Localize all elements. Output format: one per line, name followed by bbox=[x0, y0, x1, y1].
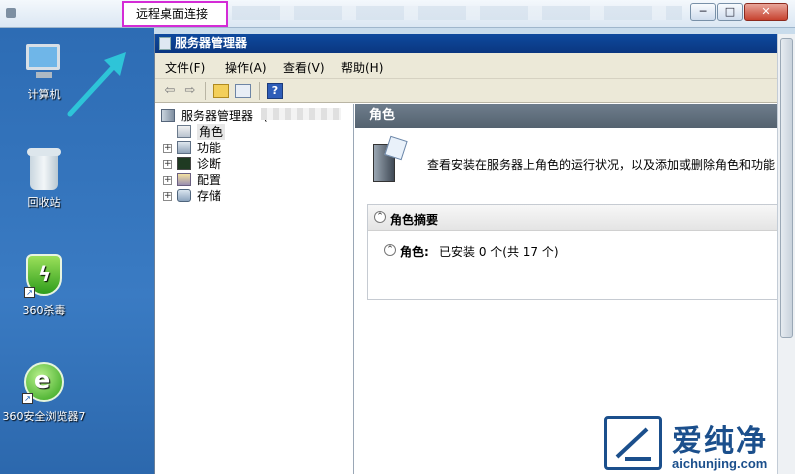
computer-icon bbox=[22, 42, 66, 82]
watermark: 爱纯净 aichunjing.com bbox=[604, 414, 794, 472]
roles-label: 角色: bbox=[400, 245, 429, 259]
up-folder-icon[interactable] bbox=[213, 84, 229, 98]
roles-summary-panel: ⌃ 角色摘要 ⌃ 角色: 已安装 0 个(共 17 个) bbox=[367, 204, 788, 300]
minimize-button[interactable]: ─ bbox=[690, 3, 716, 21]
recycle-bin-icon bbox=[26, 146, 62, 190]
menu-file[interactable]: 文件(F) bbox=[165, 59, 205, 76]
server-manager-icon bbox=[159, 37, 171, 50]
tree-item-label: 服务器管理器 bbox=[181, 109, 254, 123]
desktop-icon-label: 360安全浏览器7 bbox=[2, 410, 86, 423]
server-manager-window: 服务器管理器 文件(F) 操作(A) 查看(V) 帮助(H) ⇦ ⇨ ? 服务器… bbox=[154, 34, 788, 474]
roles-summary-header[interactable]: ⌃ 角色摘要 bbox=[368, 205, 788, 231]
scrollbar-thumb[interactable] bbox=[780, 38, 793, 338]
server-manager-title-bar: 服务器管理器 bbox=[155, 34, 779, 53]
toolbar-separator bbox=[259, 82, 260, 100]
menu-bar: 文件(F) 操作(A) 查看(V) 帮助(H) bbox=[155, 53, 779, 79]
shortcut-arrow-icon: ↗ bbox=[22, 393, 33, 404]
expand-icon[interactable]: + bbox=[163, 144, 172, 153]
blurred-taskbar-tabs bbox=[232, 6, 682, 20]
pointer-arrow-icon bbox=[67, 52, 126, 117]
tree-item-label: 存储 bbox=[197, 189, 222, 203]
menu-help[interactable]: 帮助(H) bbox=[341, 59, 383, 76]
toolbar-separator bbox=[205, 82, 206, 100]
roles-summary-title: 角色摘要 bbox=[390, 213, 439, 227]
remote-desktop-connection-label[interactable]: 远程桌面连接 bbox=[122, 1, 228, 27]
expand-icon[interactable]: + bbox=[163, 176, 172, 185]
configuration-icon bbox=[177, 173, 191, 186]
watermark-text: 爱纯净 bbox=[672, 424, 768, 459]
tree-item-diagnostics[interactable]: + 诊断 bbox=[163, 156, 263, 172]
expand-icon[interactable]: + bbox=[163, 192, 172, 201]
desktop-icon-360-browser[interactable]: e ↗ 360安全浏览器7 bbox=[0, 360, 88, 424]
menu-action[interactable]: 操作(A) bbox=[225, 59, 267, 76]
features-icon bbox=[177, 141, 191, 154]
server-icon bbox=[161, 109, 175, 122]
roles-icon bbox=[177, 125, 191, 138]
storage-icon bbox=[177, 189, 191, 202]
tree-item-features[interactable]: + 功能 bbox=[163, 140, 263, 156]
close-button[interactable]: ✕ bbox=[744, 3, 788, 21]
blurred-server-name bbox=[261, 108, 341, 120]
desktop-icon-360-antivirus[interactable]: ϟ ↗ 360杀毒 bbox=[0, 254, 88, 318]
desktop-icon-label: 回收站 bbox=[27, 196, 61, 209]
collapse-icon[interactable]: ⌃ bbox=[374, 211, 386, 223]
tree-item-label: 功能 bbox=[197, 141, 222, 155]
help-button[interactable]: ? bbox=[267, 83, 283, 99]
tree-item-storage[interactable]: + 存储 bbox=[163, 188, 263, 204]
roles-count-value: 已安装 0 个(共 17 个) bbox=[439, 245, 559, 259]
tree-item-label: 角色 bbox=[197, 124, 226, 140]
show-hide-tree-icon[interactable] bbox=[235, 84, 251, 98]
collapse-icon[interactable]: ⌃ bbox=[384, 244, 396, 256]
shortcut-arrow-icon: ↗ bbox=[24, 287, 35, 298]
navigation-tree: 服务器管理器 ( 角色 + 功能 + 诊断 + 配置 + 存储 bbox=[155, 104, 354, 474]
watermark-logo-icon bbox=[604, 416, 662, 470]
remote-desktop-title-bar: 远程桌面连接 ─ □ ✕ bbox=[0, 0, 795, 28]
tree-item-label: 诊断 bbox=[197, 157, 222, 171]
vertical-scrollbar[interactable] bbox=[777, 34, 795, 474]
roles-intro-text: 查看安装在服务器上角色的运行状况，以及添加或删除角色和功能 bbox=[427, 158, 776, 172]
desktop-icon-label: 360杀毒 bbox=[22, 304, 66, 317]
desktop: 计算机 回收站 ϟ ↗ 360杀毒 e ↗ 360安全浏览器7 bbox=[0, 28, 154, 474]
watermark-url: aichunjing.com bbox=[672, 456, 768, 471]
tree-item-label: 配置 bbox=[197, 173, 222, 187]
menu-view[interactable]: 查看(V) bbox=[283, 59, 325, 76]
360-browser-icon: e ↗ bbox=[22, 360, 66, 404]
forward-button[interactable]: ⇨ bbox=[181, 82, 199, 99]
content-header: 角色 bbox=[355, 104, 779, 128]
maximize-button[interactable]: □ bbox=[717, 3, 743, 21]
expand-icon[interactable]: + bbox=[163, 160, 172, 169]
toolbar: ⇦ ⇨ ? bbox=[155, 79, 779, 103]
360-antivirus-icon: ϟ ↗ bbox=[24, 254, 64, 298]
diagnostics-icon bbox=[177, 157, 191, 170]
app-icon bbox=[6, 8, 16, 18]
back-button[interactable]: ⇦ bbox=[161, 82, 179, 99]
tree-item-configuration[interactable]: + 配置 bbox=[163, 172, 263, 188]
roles-server-icon bbox=[369, 135, 408, 184]
window-title: 服务器管理器 bbox=[175, 36, 248, 50]
desktop-icon-recycle-bin[interactable]: 回收站 bbox=[0, 146, 88, 210]
